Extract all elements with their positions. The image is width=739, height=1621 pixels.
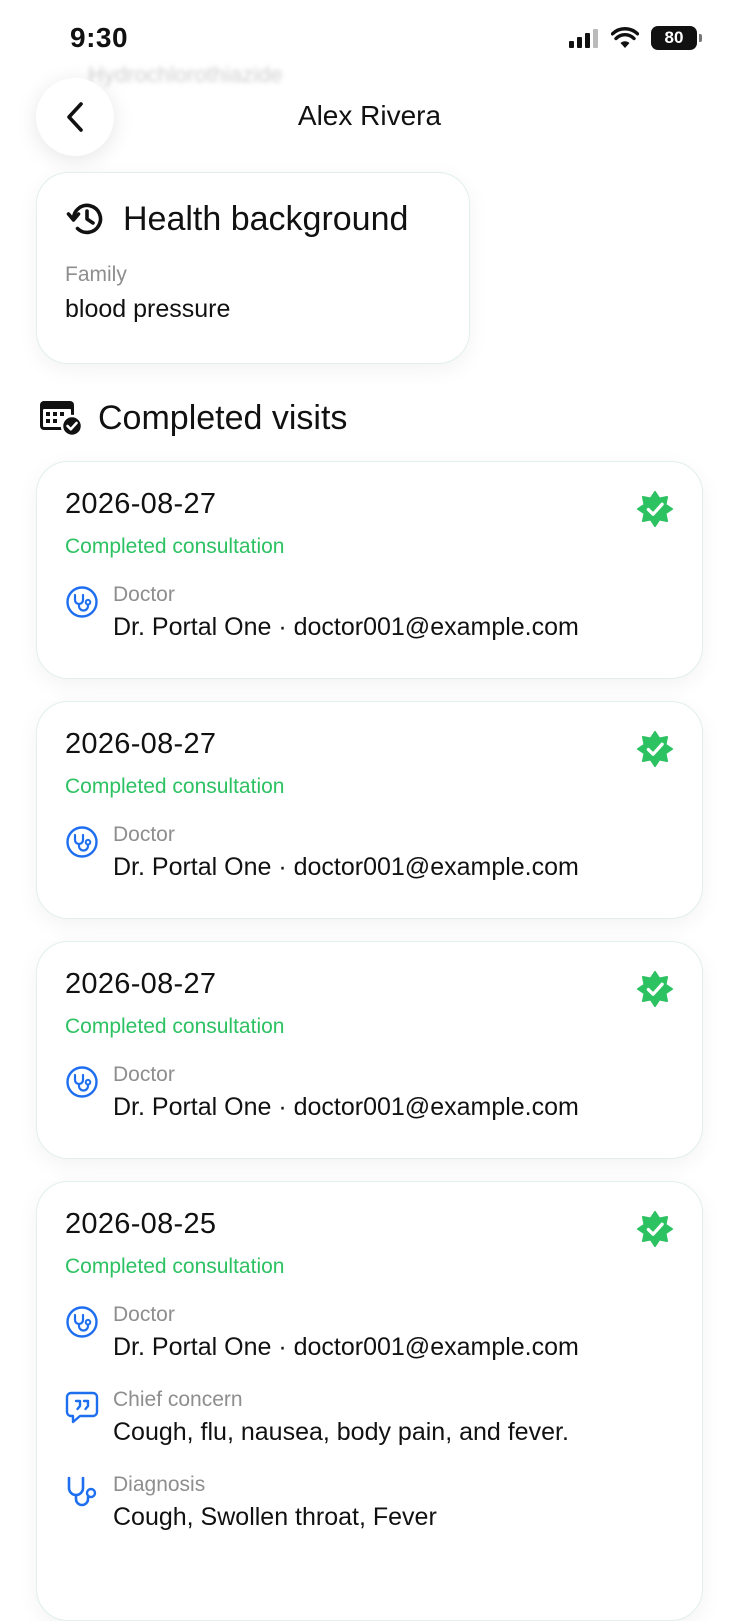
visit-card[interactable]: 2026-08-27 Completed consultation Doctor… bbox=[36, 461, 703, 679]
signal-icon bbox=[569, 29, 598, 48]
chief-concern-label: Chief concern bbox=[113, 1388, 243, 1411]
doctor-row: Doctor Dr. Portal One · doctor001@exampl… bbox=[65, 1303, 674, 1362]
health-background-title: Health background bbox=[123, 199, 409, 238]
chief-concern-row: Chief concern Cough, flu, nausea, body p… bbox=[65, 1388, 674, 1447]
quote-bubble-icon bbox=[65, 1391, 99, 1424]
visit-status: Completed consultation bbox=[65, 1255, 285, 1278]
visit-card[interactable]: 2026-08-25 Completed consultation Doctor… bbox=[36, 1181, 703, 1621]
visit-date: 2026-08-25 bbox=[65, 1208, 217, 1240]
page-title: Alex Rivera bbox=[297, 100, 442, 131]
visit-status: Completed consultation bbox=[65, 535, 285, 558]
visit-date: 2026-08-27 bbox=[65, 488, 217, 520]
wifi-icon bbox=[611, 27, 639, 48]
doctor-label: Doctor bbox=[113, 1063, 175, 1086]
diagnosis-label: Diagnosis bbox=[113, 1473, 206, 1496]
completed-visits-header: Completed visits bbox=[38, 398, 347, 438]
doctor-value: Dr. Portal One · doctor001@example.com bbox=[113, 853, 579, 881]
verified-badge-icon bbox=[636, 490, 674, 528]
stethoscope-icon bbox=[66, 826, 98, 858]
status-icons: 80 bbox=[569, 26, 702, 50]
visit-status: Completed consultation bbox=[65, 1015, 285, 1038]
stethoscope-icon bbox=[66, 1066, 98, 1098]
history-icon bbox=[66, 203, 103, 235]
visit-card[interactable]: 2026-08-27 Completed consultation Doctor… bbox=[36, 701, 703, 919]
doctor-label: Doctor bbox=[113, 823, 175, 846]
verified-badge-icon bbox=[636, 1210, 674, 1248]
visit-card[interactable]: 2026-08-27 Completed consultation Doctor… bbox=[36, 941, 703, 1159]
diagnosis-row: Diagnosis Cough, Swollen throat, Fever bbox=[65, 1473, 674, 1532]
verified-badge-icon bbox=[636, 970, 674, 1008]
doctor-value: Dr. Portal One · doctor001@example.com bbox=[113, 613, 579, 641]
doctor-value: Dr. Portal One · doctor001@example.com bbox=[113, 1333, 579, 1361]
doctor-label: Doctor bbox=[113, 1303, 175, 1326]
nav-bar: Alex Rivera bbox=[0, 78, 739, 158]
diagnosis-value: Cough, Swollen throat, Fever bbox=[113, 1503, 437, 1531]
visit-date: 2026-08-27 bbox=[65, 968, 217, 1000]
verified-badge-icon bbox=[636, 730, 674, 768]
doctor-row: Doctor Dr. Portal One · doctor001@exampl… bbox=[65, 583, 674, 642]
family-value: blood pressure bbox=[65, 295, 231, 323]
visit-status: Completed consultation bbox=[65, 775, 285, 798]
doctor-label: Doctor bbox=[113, 583, 175, 606]
status-time: 9:30 bbox=[70, 22, 129, 53]
doctor-row: Doctor Dr. Portal One · doctor001@exampl… bbox=[65, 823, 674, 882]
doctor-row: Doctor Dr. Portal One · doctor001@exampl… bbox=[65, 1063, 674, 1122]
health-background-card: Health background Family blood pressure bbox=[36, 172, 470, 364]
completed-visits-title: Completed visits bbox=[98, 398, 348, 437]
family-label: Family bbox=[65, 263, 127, 286]
stethoscope-icon bbox=[66, 586, 98, 618]
stethoscope-icon bbox=[67, 1476, 97, 1507]
health-background-header: Health background bbox=[65, 197, 441, 241]
visit-date: 2026-08-27 bbox=[65, 728, 217, 760]
chief-concern-value: Cough, flu, nausea, body pain, and fever… bbox=[113, 1418, 569, 1446]
doctor-value: Dr. Portal One · doctor001@example.com bbox=[113, 1093, 579, 1121]
battery-icon: 80 bbox=[651, 26, 702, 50]
calendar-check-icon bbox=[40, 401, 84, 438]
stethoscope-icon bbox=[66, 1306, 98, 1338]
